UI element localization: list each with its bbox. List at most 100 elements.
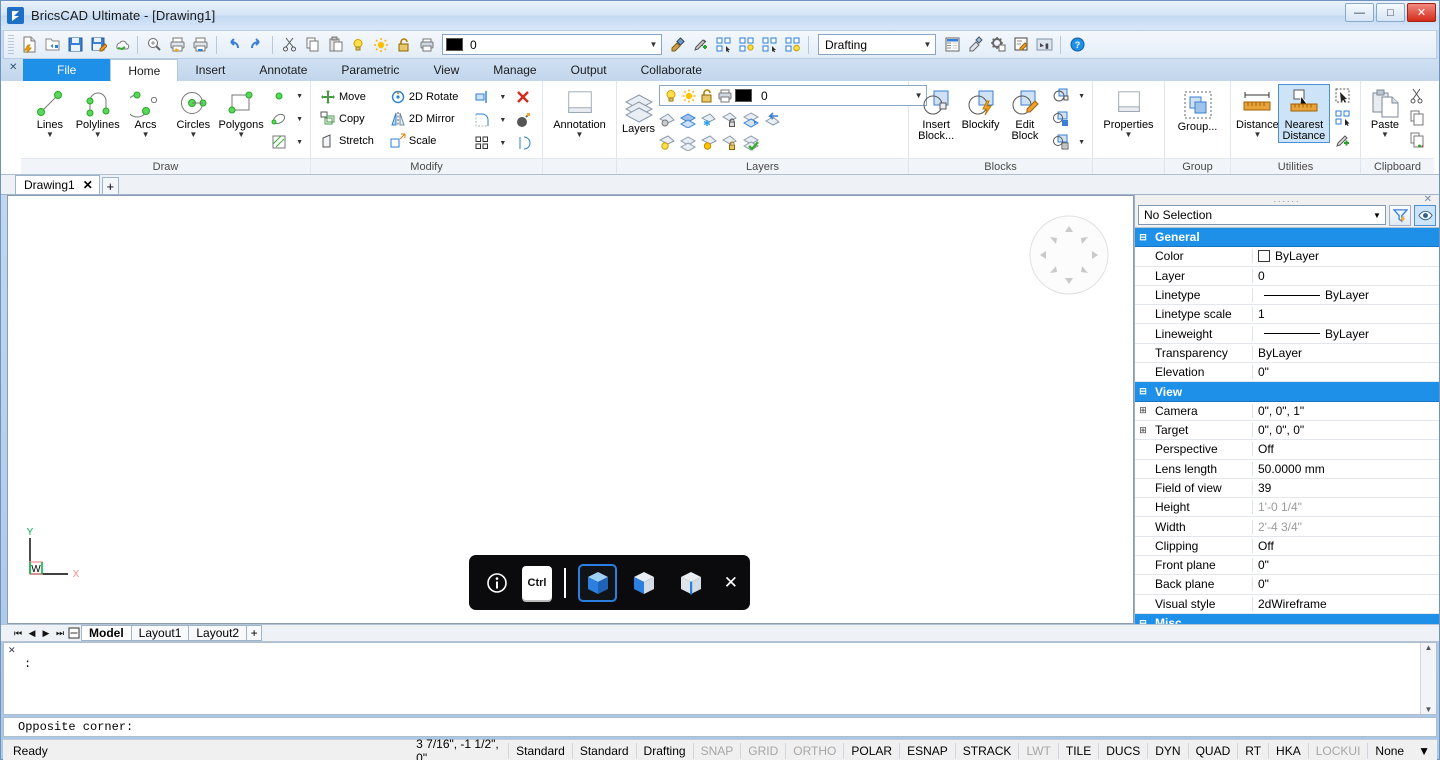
layer-thaw-icon[interactable] bbox=[370, 34, 392, 56]
status-toggle[interactable]: Standard bbox=[572, 743, 636, 759]
help-icon[interactable]: ? bbox=[1066, 34, 1088, 56]
tab-manage[interactable]: Manage bbox=[476, 59, 553, 81]
property-row[interactable]: PerspectiveOff bbox=[1135, 440, 1439, 459]
pick-color-button[interactable] bbox=[1331, 129, 1355, 150]
status-toggle[interactable]: DUCS bbox=[1098, 743, 1147, 759]
property-row[interactable]: Height1'-0 1/4" bbox=[1135, 498, 1439, 517]
layer-unlock-icon[interactable] bbox=[393, 34, 415, 56]
properties-button[interactable]: Properties ▼ bbox=[1098, 87, 1159, 139]
select-similar-button[interactable] bbox=[1331, 107, 1355, 128]
modify-explode-button[interactable] bbox=[511, 110, 535, 131]
properties-panel-icon[interactable] bbox=[941, 34, 963, 56]
selection-preview-icon[interactable] bbox=[1414, 205, 1436, 226]
property-value-cell[interactable]: 0" bbox=[1253, 365, 1439, 379]
modify-move-button[interactable]: Move bbox=[316, 86, 378, 107]
chevron-down-icon[interactable]: ▼ bbox=[294, 116, 305, 123]
match-properties-icon[interactable] bbox=[666, 34, 688, 56]
chevron-down-icon[interactable]: ▼ bbox=[46, 131, 54, 139]
draw-polylines-button[interactable]: Polylines ▼ bbox=[74, 85, 122, 139]
layer-previous-icon[interactable] bbox=[764, 112, 780, 128]
status-toggle[interactable]: TILE bbox=[1058, 743, 1098, 759]
copy-with-base-button[interactable] bbox=[1405, 129, 1429, 150]
properties-section-header[interactable]: ⊟View bbox=[1135, 382, 1439, 401]
property-row[interactable]: Lens length50.0000 mm bbox=[1135, 460, 1439, 479]
chevron-down-icon[interactable]: ▼ bbox=[497, 94, 508, 101]
layer-isolate-icon[interactable] bbox=[680, 112, 696, 128]
chevron-down-icon[interactable]: ▼ bbox=[1125, 131, 1133, 139]
open-drawing-icon[interactable] bbox=[41, 34, 63, 56]
layer-lock-icon[interactable] bbox=[722, 112, 738, 128]
property-row[interactable]: Visual style2dWireframe bbox=[1135, 595, 1439, 614]
select-similar-icon[interactable] bbox=[712, 34, 734, 56]
tab-collaborate[interactable]: Collaborate bbox=[624, 59, 719, 81]
property-row[interactable]: Layer0 bbox=[1135, 267, 1439, 286]
chevron-down-icon[interactable]: ▼ bbox=[1381, 131, 1389, 139]
property-row[interactable]: LineweightByLayer bbox=[1135, 324, 1439, 343]
layer-merge-icon[interactable] bbox=[743, 112, 759, 128]
layers-button[interactable]: Layers bbox=[622, 85, 655, 135]
ribbon-close-icon[interactable]: ✕ bbox=[9, 62, 17, 73]
modify-delete-button[interactable] bbox=[511, 87, 535, 108]
quick-select-filter-icon[interactable] bbox=[1389, 205, 1411, 226]
nearest-distance-button[interactable]: Nearest Distance bbox=[1279, 85, 1329, 142]
pick-color-icon[interactable] bbox=[689, 34, 711, 56]
save-block-button[interactable] bbox=[1049, 109, 1073, 130]
property-value-cell[interactable]: ByLayer bbox=[1253, 288, 1439, 302]
layer-unlock-icon[interactable] bbox=[699, 88, 715, 104]
status-toggle[interactable]: RT bbox=[1237, 743, 1268, 759]
clean-screen-icon[interactable] bbox=[964, 34, 986, 56]
undo-icon[interactable] bbox=[222, 34, 244, 56]
cube-solid-icon[interactable] bbox=[578, 564, 617, 602]
modify-offset-button[interactable] bbox=[511, 133, 535, 154]
tab-view[interactable]: View bbox=[416, 59, 476, 81]
property-value-cell[interactable]: 50.0000 mm bbox=[1253, 462, 1439, 476]
property-value-cell[interactable]: 2dWireframe bbox=[1253, 597, 1439, 611]
tab-parametric[interactable]: Parametric bbox=[324, 59, 416, 81]
first-layout-button[interactable]: ⏮ bbox=[11, 626, 25, 640]
status-coordinates[interactable]: 3 7/16", -1 1/2", 0" bbox=[407, 737, 508, 760]
status-toggle[interactable]: SNAP bbox=[693, 743, 741, 759]
save-icon[interactable] bbox=[64, 34, 86, 56]
draw-arcs-button[interactable]: Arcs ▼ bbox=[122, 85, 170, 139]
restore-panels-icon[interactable]: ▮ bbox=[1033, 34, 1055, 56]
toolbar-grip[interactable] bbox=[8, 35, 14, 55]
modify-array-button[interactable] bbox=[470, 133, 494, 154]
group-button[interactable]: Group... bbox=[1170, 87, 1225, 133]
print-preview-icon[interactable] bbox=[143, 34, 165, 56]
property-value-cell[interactable]: 0 bbox=[1253, 269, 1439, 283]
property-value-cell[interactable]: ByLayer bbox=[1253, 327, 1439, 341]
status-toggle[interactable]: ESNAP bbox=[899, 743, 955, 759]
layer-thaw-all-icon[interactable] bbox=[701, 135, 717, 151]
chevron-down-icon[interactable]: ▼ bbox=[1369, 211, 1385, 220]
drawing-explorer-icon[interactable] bbox=[1010, 34, 1032, 56]
modify-2d-mirror-button[interactable]: 2D Mirror bbox=[386, 108, 463, 129]
maximize-button[interactable]: □ bbox=[1376, 3, 1405, 22]
property-value-cell[interactable]: Off bbox=[1253, 539, 1439, 553]
chevron-down-icon[interactable]: ▼ bbox=[294, 139, 305, 146]
paste-icon[interactable] bbox=[324, 34, 346, 56]
property-row[interactable]: Width2'-4 3/4" bbox=[1135, 517, 1439, 536]
layer-isolate-icon[interactable] bbox=[758, 34, 780, 56]
lookfrom-widget-icon[interactable] bbox=[1028, 214, 1110, 296]
draw-polygons-button[interactable]: Polygons ▼ bbox=[217, 85, 265, 139]
annotation-button[interactable]: Annotation ▼ bbox=[549, 87, 611, 139]
command-input[interactable]: Opposite corner: bbox=[3, 717, 1437, 737]
create-block-button[interactable] bbox=[1049, 86, 1073, 107]
layout-tab-layout2[interactable]: Layout2 bbox=[188, 625, 247, 641]
property-row[interactable]: ColorByLayer bbox=[1135, 247, 1439, 266]
blockify-button[interactable]: Blockify bbox=[958, 85, 1002, 131]
layout-menu-icon[interactable] bbox=[67, 626, 81, 640]
export-cloud-icon[interactable] bbox=[110, 34, 132, 56]
property-row[interactable]: Elevation0" bbox=[1135, 363, 1439, 382]
draw-point-button[interactable] bbox=[267, 86, 291, 107]
property-value-cell[interactable]: 1 bbox=[1253, 307, 1439, 321]
scroll-up-icon[interactable]: ▲ bbox=[1425, 643, 1433, 652]
floating-command-bar[interactable]: Ctrl bbox=[469, 555, 750, 610]
property-value-cell[interactable]: 0" bbox=[1253, 577, 1439, 591]
property-value-cell[interactable]: 1'-0 1/4" bbox=[1253, 500, 1439, 514]
selection-combo[interactable]: No Selection ▼ bbox=[1138, 205, 1386, 225]
chevron-down-icon[interactable]: ▼ bbox=[142, 131, 150, 139]
layer-unisolate-icon[interactable] bbox=[680, 135, 696, 151]
scroll-down-icon[interactable]: ▼ bbox=[1425, 705, 1433, 714]
status-toggle[interactable]: QUAD bbox=[1188, 743, 1238, 759]
